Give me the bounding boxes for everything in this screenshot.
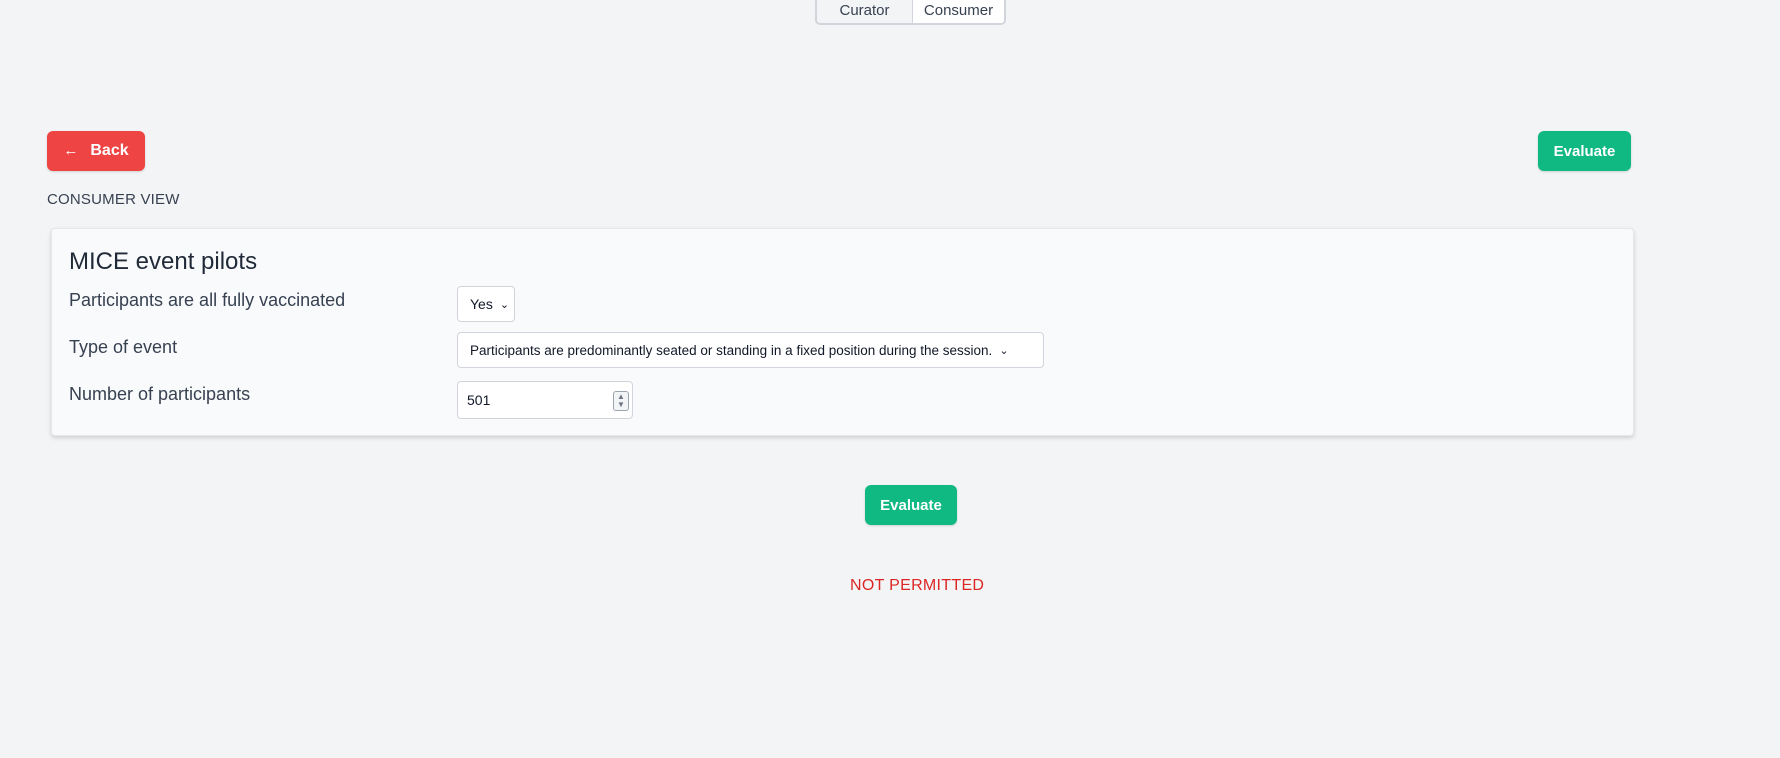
event-type-select[interactable]: Participants are predominantly seated or… bbox=[457, 332, 1044, 368]
event-type-label: Type of event bbox=[69, 337, 178, 357]
arrow-left-icon: ← bbox=[63, 141, 79, 159]
evaluate-button-bottom[interactable]: Evaluate bbox=[865, 485, 957, 525]
chevron-down-icon: ⌄ bbox=[999, 344, 1009, 357]
form-title: MICE event pilots bbox=[69, 248, 258, 275]
back-button[interactable]: ← Back bbox=[47, 131, 145, 171]
form-card: MICE event pilots Participants are all f… bbox=[51, 228, 1634, 436]
curator-mode-button[interactable]: Curator bbox=[817, 0, 912, 23]
consumer-mode-button[interactable]: Consumer bbox=[912, 0, 1004, 23]
mode-toggle: Curator Consumer bbox=[815, 0, 1006, 25]
participants-label: Number of participants bbox=[69, 384, 251, 404]
evaluate-button-label: Evaluate bbox=[1553, 142, 1616, 160]
back-button-label: Back bbox=[90, 142, 129, 159]
event-type-select-value: Participants are predominantly seated or… bbox=[470, 342, 993, 358]
result-status: NOT PERMITTED bbox=[850, 577, 985, 594]
participants-input-value: 501 bbox=[467, 392, 491, 408]
number-stepper-icon[interactable]: ▲ ▼ bbox=[613, 391, 629, 411]
evaluate-button-label: Evaluate bbox=[880, 496, 942, 514]
vaccinated-select[interactable]: Yes ⌄ bbox=[457, 286, 515, 322]
vaccinated-label: Participants are all fully vaccinated bbox=[69, 290, 346, 310]
chevron-down-icon: ⌄ bbox=[499, 298, 510, 311]
participants-input[interactable]: 501 ▲ ▼ bbox=[457, 381, 633, 419]
vaccinated-select-value: Yes bbox=[470, 296, 493, 312]
evaluate-button-top[interactable]: Evaluate bbox=[1538, 131, 1631, 171]
view-label: CONSUMER VIEW bbox=[47, 191, 180, 208]
